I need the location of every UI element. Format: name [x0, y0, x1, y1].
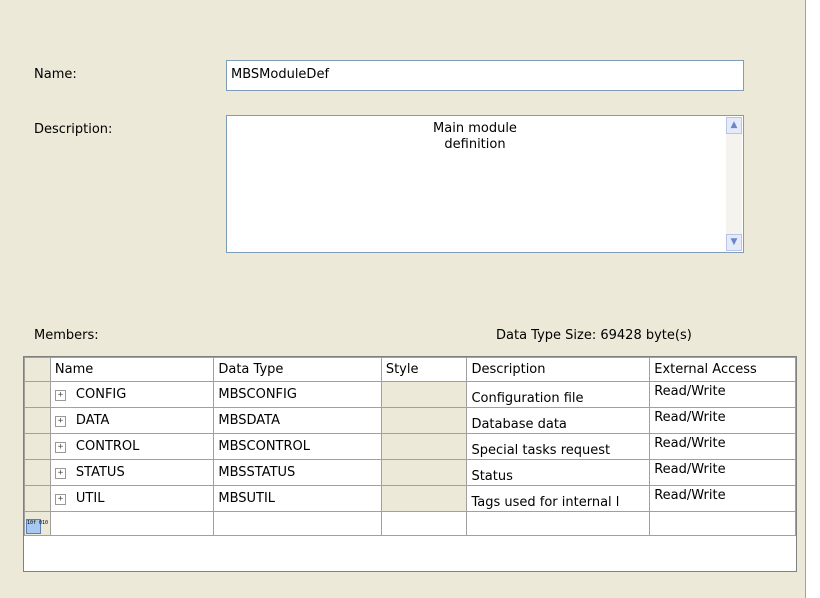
new-row-style-cell[interactable] [380, 511, 468, 536]
row-header-corner [24, 357, 51, 382]
member-external-access[interactable]: Read/Write [649, 381, 796, 408]
new-row-type-cell[interactable] [213, 511, 382, 536]
new-row-desc-cell[interactable] [466, 511, 651, 536]
member-name-cell[interactable]: + CONTROL [49, 433, 215, 460]
name-input[interactable]: MBSModuleDef [226, 60, 744, 91]
column-header-external-access[interactable]: External Access [649, 357, 796, 382]
header-row: Name Data Type Style Description Externa… [24, 357, 796, 382]
column-header-description[interactable]: Description [466, 357, 651, 382]
description-text: Main module definition [433, 121, 517, 152]
member-name-cell[interactable]: + UTIL [49, 485, 215, 512]
member-name: CONFIG [75, 387, 127, 402]
member-name: STATUS [75, 465, 125, 480]
member-row[interactable]: + CONFIG MBSCONFIG Configuration file Read/W… [24, 381, 796, 408]
column-header-name[interactable]: Name [49, 357, 215, 382]
scroll-up-button[interactable]: ▲ [726, 117, 742, 134]
member-external-access[interactable]: Read/Write [649, 433, 796, 460]
member-external-access[interactable]: Read/Write [649, 459, 796, 486]
row-header[interactable] [24, 433, 51, 460]
row-header[interactable] [24, 459, 51, 486]
new-row-access-cell[interactable] [649, 511, 796, 536]
member-style[interactable] [380, 433, 468, 460]
member-description[interactable]: Tags used for internal l [466, 485, 651, 512]
new-row-icon: 10f 010 [26, 519, 48, 534]
row-header[interactable] [24, 407, 51, 434]
data-type-editor-panel: Name: MBSModuleDef Description: Main mod… [0, 0, 806, 598]
member-external-access[interactable]: Read/Write [649, 407, 796, 434]
expand-icon[interactable]: + [54, 390, 66, 401]
row-header[interactable] [24, 381, 51, 408]
member-external-access[interactable]: Read/Write [649, 485, 796, 512]
column-header-data-type[interactable]: Data Type [213, 357, 382, 382]
member-style[interactable] [380, 407, 468, 434]
name-label: Name: [34, 67, 77, 82]
members-grid: Name Data Type Style Description Externa… [23, 356, 797, 572]
member-description[interactable]: Configuration file [466, 381, 651, 408]
member-name-cell[interactable]: + CONFIG [49, 381, 215, 408]
description-label: Description: [34, 122, 113, 137]
member-row[interactable]: + DATA MBSDATA Database data Read/Write [24, 407, 796, 434]
members-table: Name Data Type Style Description Externa… [24, 357, 796, 536]
member-name: CONTROL [75, 439, 140, 454]
member-style[interactable] [380, 485, 468, 512]
new-row-header[interactable]: 10f 010 [24, 511, 51, 536]
expand-icon[interactable]: + [54, 442, 66, 453]
member-data-type[interactable]: MBSCONFIG [213, 381, 382, 408]
members-label: Members: [34, 328, 99, 343]
expand-icon[interactable]: + [54, 416, 66, 427]
member-name-cell[interactable]: + STATUS [49, 459, 215, 486]
expand-icon[interactable]: + [54, 494, 66, 505]
description-textarea[interactable]: Main module definition ▲ ▼ [226, 115, 744, 253]
member-name: UTIL [75, 491, 105, 506]
expand-icon[interactable]: + [54, 468, 66, 479]
member-data-type[interactable]: MBSCONTROL [213, 433, 382, 460]
new-row-name-cell[interactable] [49, 511, 215, 536]
member-description[interactable]: Special tasks request [466, 433, 651, 460]
member-row[interactable]: + UTIL MBSUTIL Tags used for internal l Read… [24, 485, 796, 512]
member-description[interactable]: Database data [466, 407, 651, 434]
member-name-cell[interactable]: + DATA [49, 407, 215, 434]
member-data-type[interactable]: MBSSTATUS [213, 459, 382, 486]
member-name: DATA [75, 413, 110, 428]
member-data-type[interactable]: MBSDATA [213, 407, 382, 434]
scroll-down-button[interactable]: ▼ [726, 234, 742, 251]
row-header[interactable] [24, 485, 51, 512]
column-header-style[interactable]: Style [380, 357, 468, 382]
new-member-row[interactable]: 10f 010 [24, 511, 796, 536]
member-row[interactable]: + CONTROL MBSCONTROL Special tasks request R… [24, 433, 796, 460]
member-description[interactable]: Status [466, 459, 651, 486]
description-scrollbar[interactable]: ▲ ▼ [726, 117, 742, 251]
data-type-size: Data Type Size: 69428 byte(s) [496, 328, 692, 343]
member-data-type[interactable]: MBSUTIL [213, 485, 382, 512]
member-row[interactable]: + STATUS MBSSTATUS Status Read/Write [24, 459, 796, 486]
member-style[interactable] [380, 381, 468, 408]
member-style[interactable] [380, 459, 468, 486]
